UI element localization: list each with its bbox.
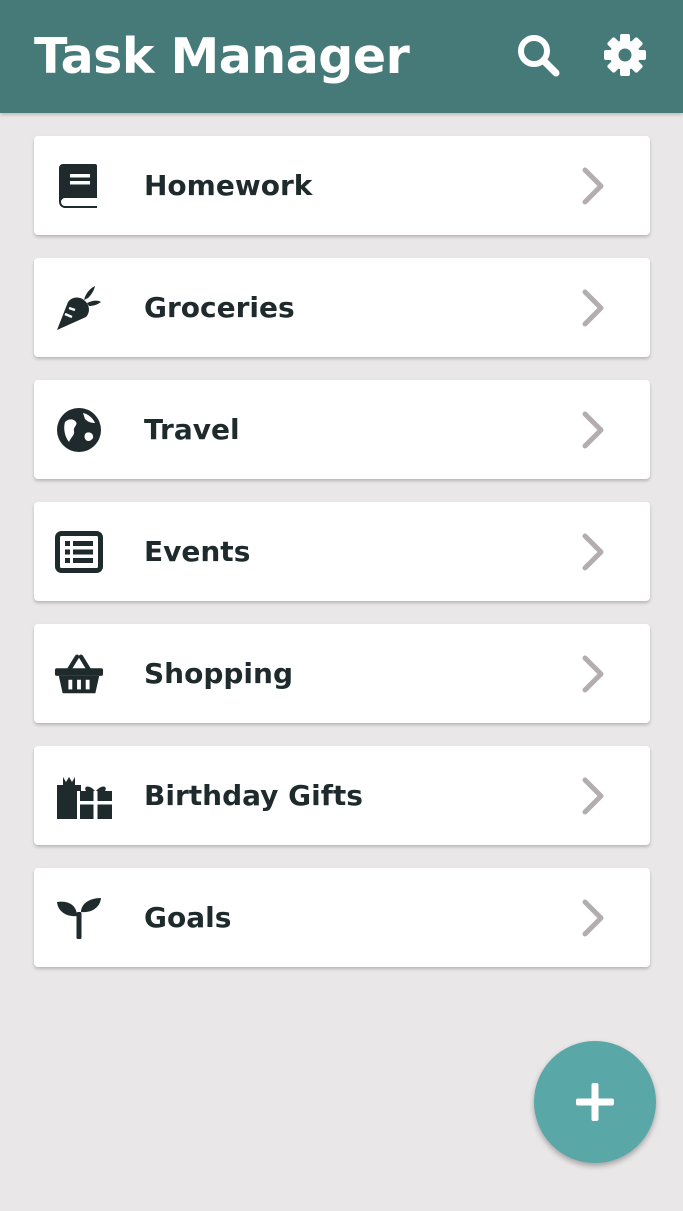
list-item-label: Groceries <box>144 291 295 324</box>
chevron-right-icon <box>582 167 604 205</box>
plus-icon <box>576 1083 614 1121</box>
list-item-label: Events <box>144 535 251 568</box>
app-title: Task Manager <box>34 28 410 85</box>
list-item-label: Travel <box>144 413 240 446</box>
list-item-events[interactable]: Events <box>34 502 650 601</box>
list-item-label: Homework <box>144 169 313 202</box>
settings-button[interactable] <box>599 29 651 81</box>
app-bar: Task Manager <box>0 0 683 113</box>
book-icon <box>58 164 97 208</box>
list-item-groceries[interactable]: Groceries <box>34 258 650 357</box>
list-item-label: Shopping <box>144 657 293 690</box>
chevron-right-icon <box>582 899 604 937</box>
task-list: Homework Groceries Travel Events Shoppin… <box>34 136 650 990</box>
list-item-goals[interactable]: Goals <box>34 868 650 967</box>
chevron-right-icon <box>582 777 604 815</box>
search-icon <box>518 35 560 77</box>
list-item-label: Birthday Gifts <box>144 779 363 812</box>
list-item-label: Goals <box>144 901 232 934</box>
globe-icon <box>57 408 101 452</box>
search-button[interactable] <box>512 29 564 81</box>
list-item-travel[interactable]: Travel <box>34 380 650 479</box>
gifts-icon <box>57 777 112 819</box>
list-icon <box>55 531 103 573</box>
chevron-right-icon <box>582 289 604 327</box>
chevron-right-icon <box>582 533 604 571</box>
carrot-icon <box>57 286 101 330</box>
list-item-homework[interactable]: Homework <box>34 136 650 235</box>
list-item-birthday-gifts[interactable]: Birthday Gifts <box>34 746 650 845</box>
chevron-right-icon <box>582 411 604 449</box>
list-item-shopping[interactable]: Shopping <box>34 624 650 723</box>
basket-icon <box>54 654 104 694</box>
seedling-icon <box>57 898 101 939</box>
chevron-right-icon <box>582 655 604 693</box>
gear-icon <box>604 34 646 76</box>
add-list-button[interactable] <box>534 1041 656 1163</box>
